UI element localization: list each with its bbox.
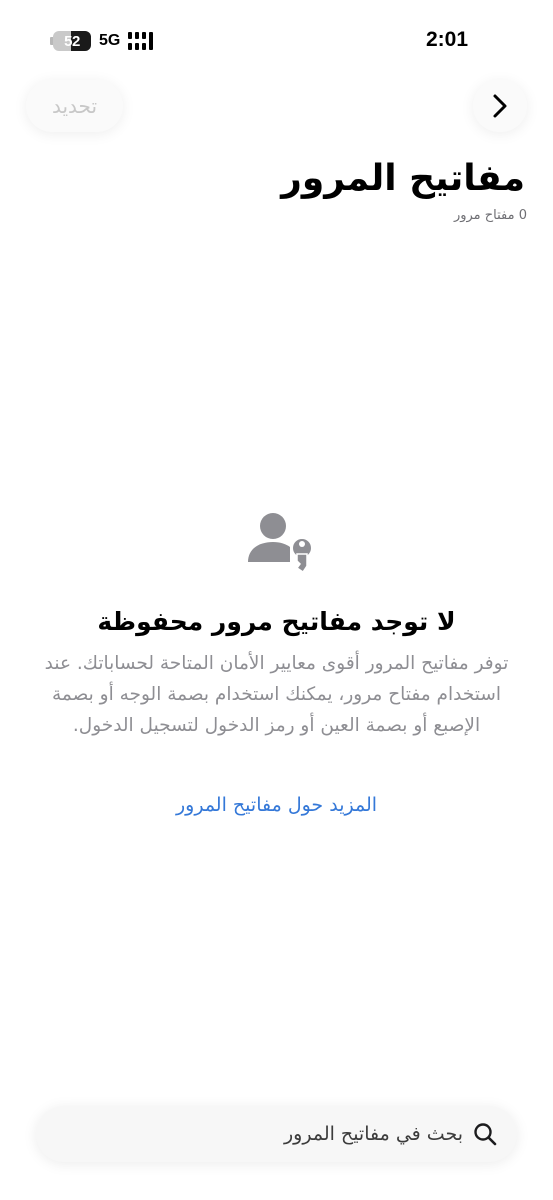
status-indicators: 52 5G: [50, 30, 154, 52]
person-key-icon: [248, 513, 313, 574]
passkey-count: 0 مفتاح مرور: [453, 208, 527, 223]
back-button[interactable]: [473, 80, 527, 132]
search-icon: [474, 1123, 497, 1146]
refresh-button-label: تحديد: [51, 94, 98, 118]
network-type: 5G: [99, 32, 121, 49]
signal-icon: [128, 32, 154, 50]
status-bar: 52 5G 2:01: [0, 0, 553, 82]
chevron-right-icon: [493, 94, 507, 118]
learn-more-link[interactable]: المزيد حول مفاتيح المرور: [0, 794, 553, 816]
battery-level: 52: [64, 32, 80, 50]
empty-state-title: لا توجد مفاتيح مرور محفوظة: [97, 607, 456, 636]
status-time: 2:01: [426, 28, 469, 51]
refresh-button[interactable]: تحديد: [26, 80, 123, 132]
empty-state-description: توفر مفاتيح المرور أقوى معايير الأمان ال…: [44, 653, 509, 736]
search-bar[interactable]: [36, 1106, 517, 1162]
search-input[interactable]: [203, 1123, 463, 1145]
battery-icon: 52: [50, 31, 91, 51]
page-title: مفاتيح المرور: [281, 158, 525, 199]
